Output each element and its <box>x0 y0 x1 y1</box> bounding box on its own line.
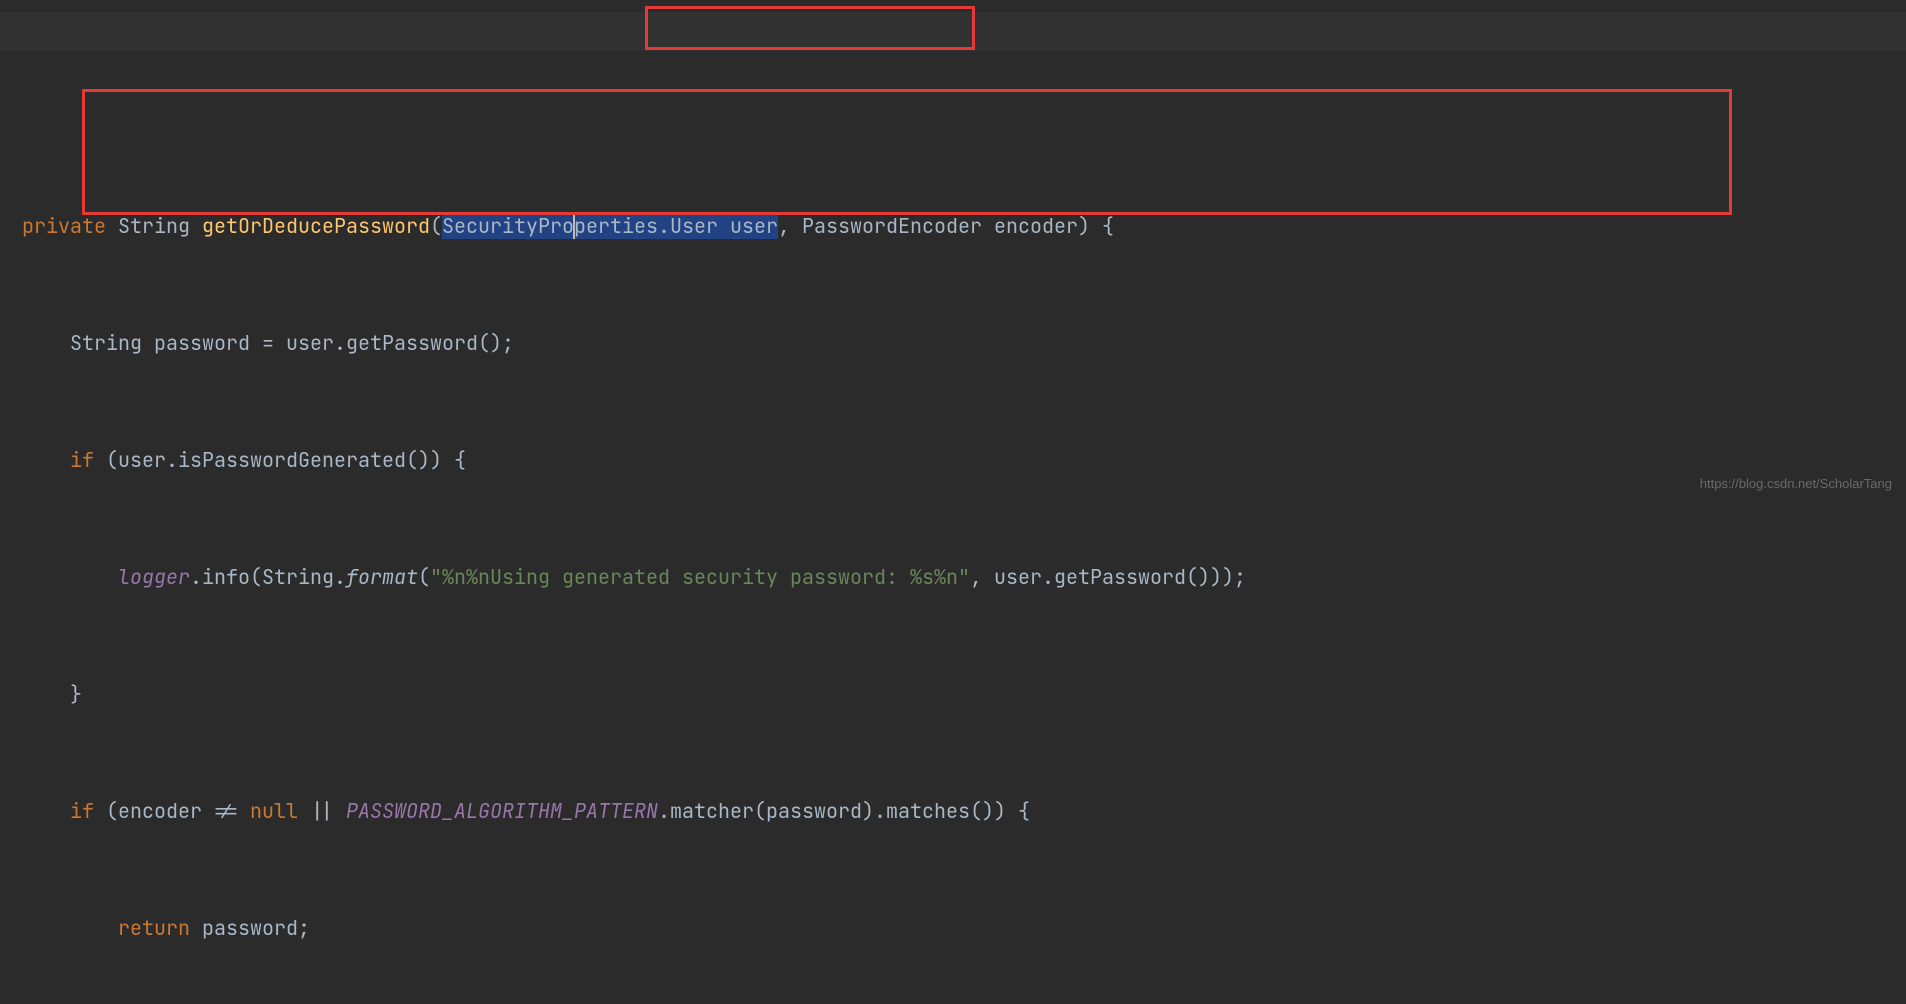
field-logger: logger <box>118 564 190 590</box>
code-line-2: String password = user.getPassword(); <box>22 324 1906 363</box>
text-cursor <box>573 213 575 239</box>
code-line-4: logger.info(String.format("%n%nUsing gen… <box>22 558 1906 597</box>
string-literal: "%n%nUsing generated security password: … <box>430 564 970 590</box>
constant-pattern: PASSWORD_ALGORITHM_PATTERN <box>346 798 658 824</box>
code-editor[interactable]: private String getOrDeducePassword(Secur… <box>0 0 1906 1004</box>
method-name: getOrDeducePassword <box>202 213 430 239</box>
selection-end: perties <box>574 213 658 239</box>
current-line-highlight <box>0 12 1906 51</box>
code-line-3: if (user.isPasswordGenerated()) { <box>22 441 1906 480</box>
code-line-5: } <box>22 675 1906 714</box>
code-line-7: return password; <box>22 909 1906 948</box>
type-string: String <box>118 213 190 239</box>
code-line-1: private String getOrDeducePassword(Secur… <box>22 207 1906 246</box>
static-format: format <box>346 564 418 590</box>
keyword-private: private <box>22 213 106 239</box>
code-line-6: if (encoder != null || PASSWORD_ALGORITH… <box>22 792 1906 831</box>
watermark: https://blog.csdn.net/ScholarTang <box>1700 471 1892 496</box>
selection-start: SecurityPro <box>442 213 574 239</box>
